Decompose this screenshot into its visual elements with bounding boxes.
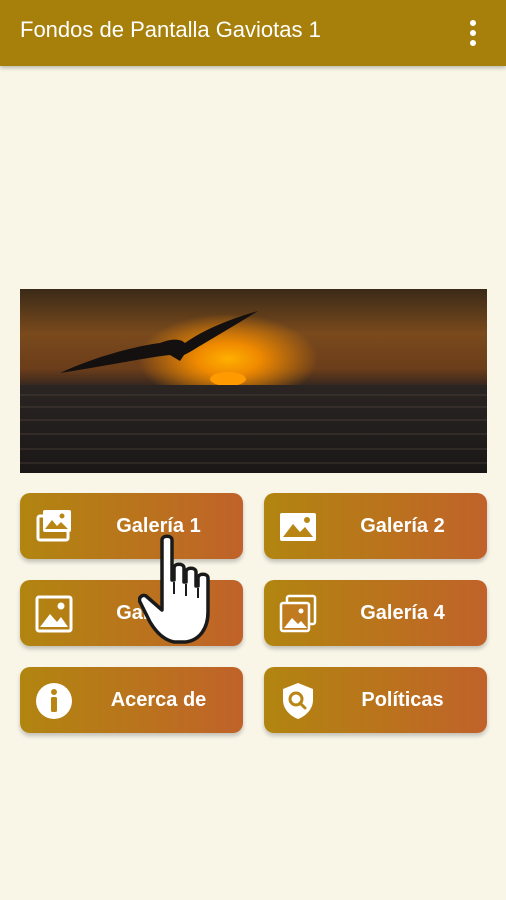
gallery-1-button[interactable]: Galería 1 — [20, 493, 243, 559]
shield-search-icon — [278, 681, 318, 721]
policies-label: Políticas — [361, 689, 444, 711]
image-frame-icon — [34, 594, 74, 634]
hero-image — [20, 289, 487, 473]
gallery-2-label: Galería 2 — [360, 515, 445, 537]
gallery-1-label: Galería 1 — [116, 515, 201, 537]
policies-button[interactable]: Políticas — [264, 667, 487, 733]
gallery-4-button[interactable]: Galería 4 — [264, 580, 487, 646]
about-label: Acerca de — [110, 689, 207, 711]
gallery-icon — [34, 507, 74, 547]
info-icon — [34, 681, 74, 721]
gallery-2-button[interactable]: Galería 2 — [264, 493, 487, 559]
more-vert-icon[interactable] — [458, 16, 488, 50]
gallery-3-button[interactable]: Galería 3 — [20, 580, 243, 646]
image-stack-icon — [278, 594, 318, 634]
image-icon — [278, 507, 318, 547]
app-bar: Fondos de Pantalla Gaviotas 1 — [0, 0, 506, 66]
app-title: Fondos de Pantalla Gaviotas 1 — [20, 17, 321, 42]
seagull-sunset-photo — [20, 289, 487, 473]
gallery-3-label: Galería 3 — [116, 602, 201, 624]
about-button[interactable]: Acerca de — [20, 667, 243, 733]
gallery-4-label: Galería 4 — [360, 602, 445, 624]
